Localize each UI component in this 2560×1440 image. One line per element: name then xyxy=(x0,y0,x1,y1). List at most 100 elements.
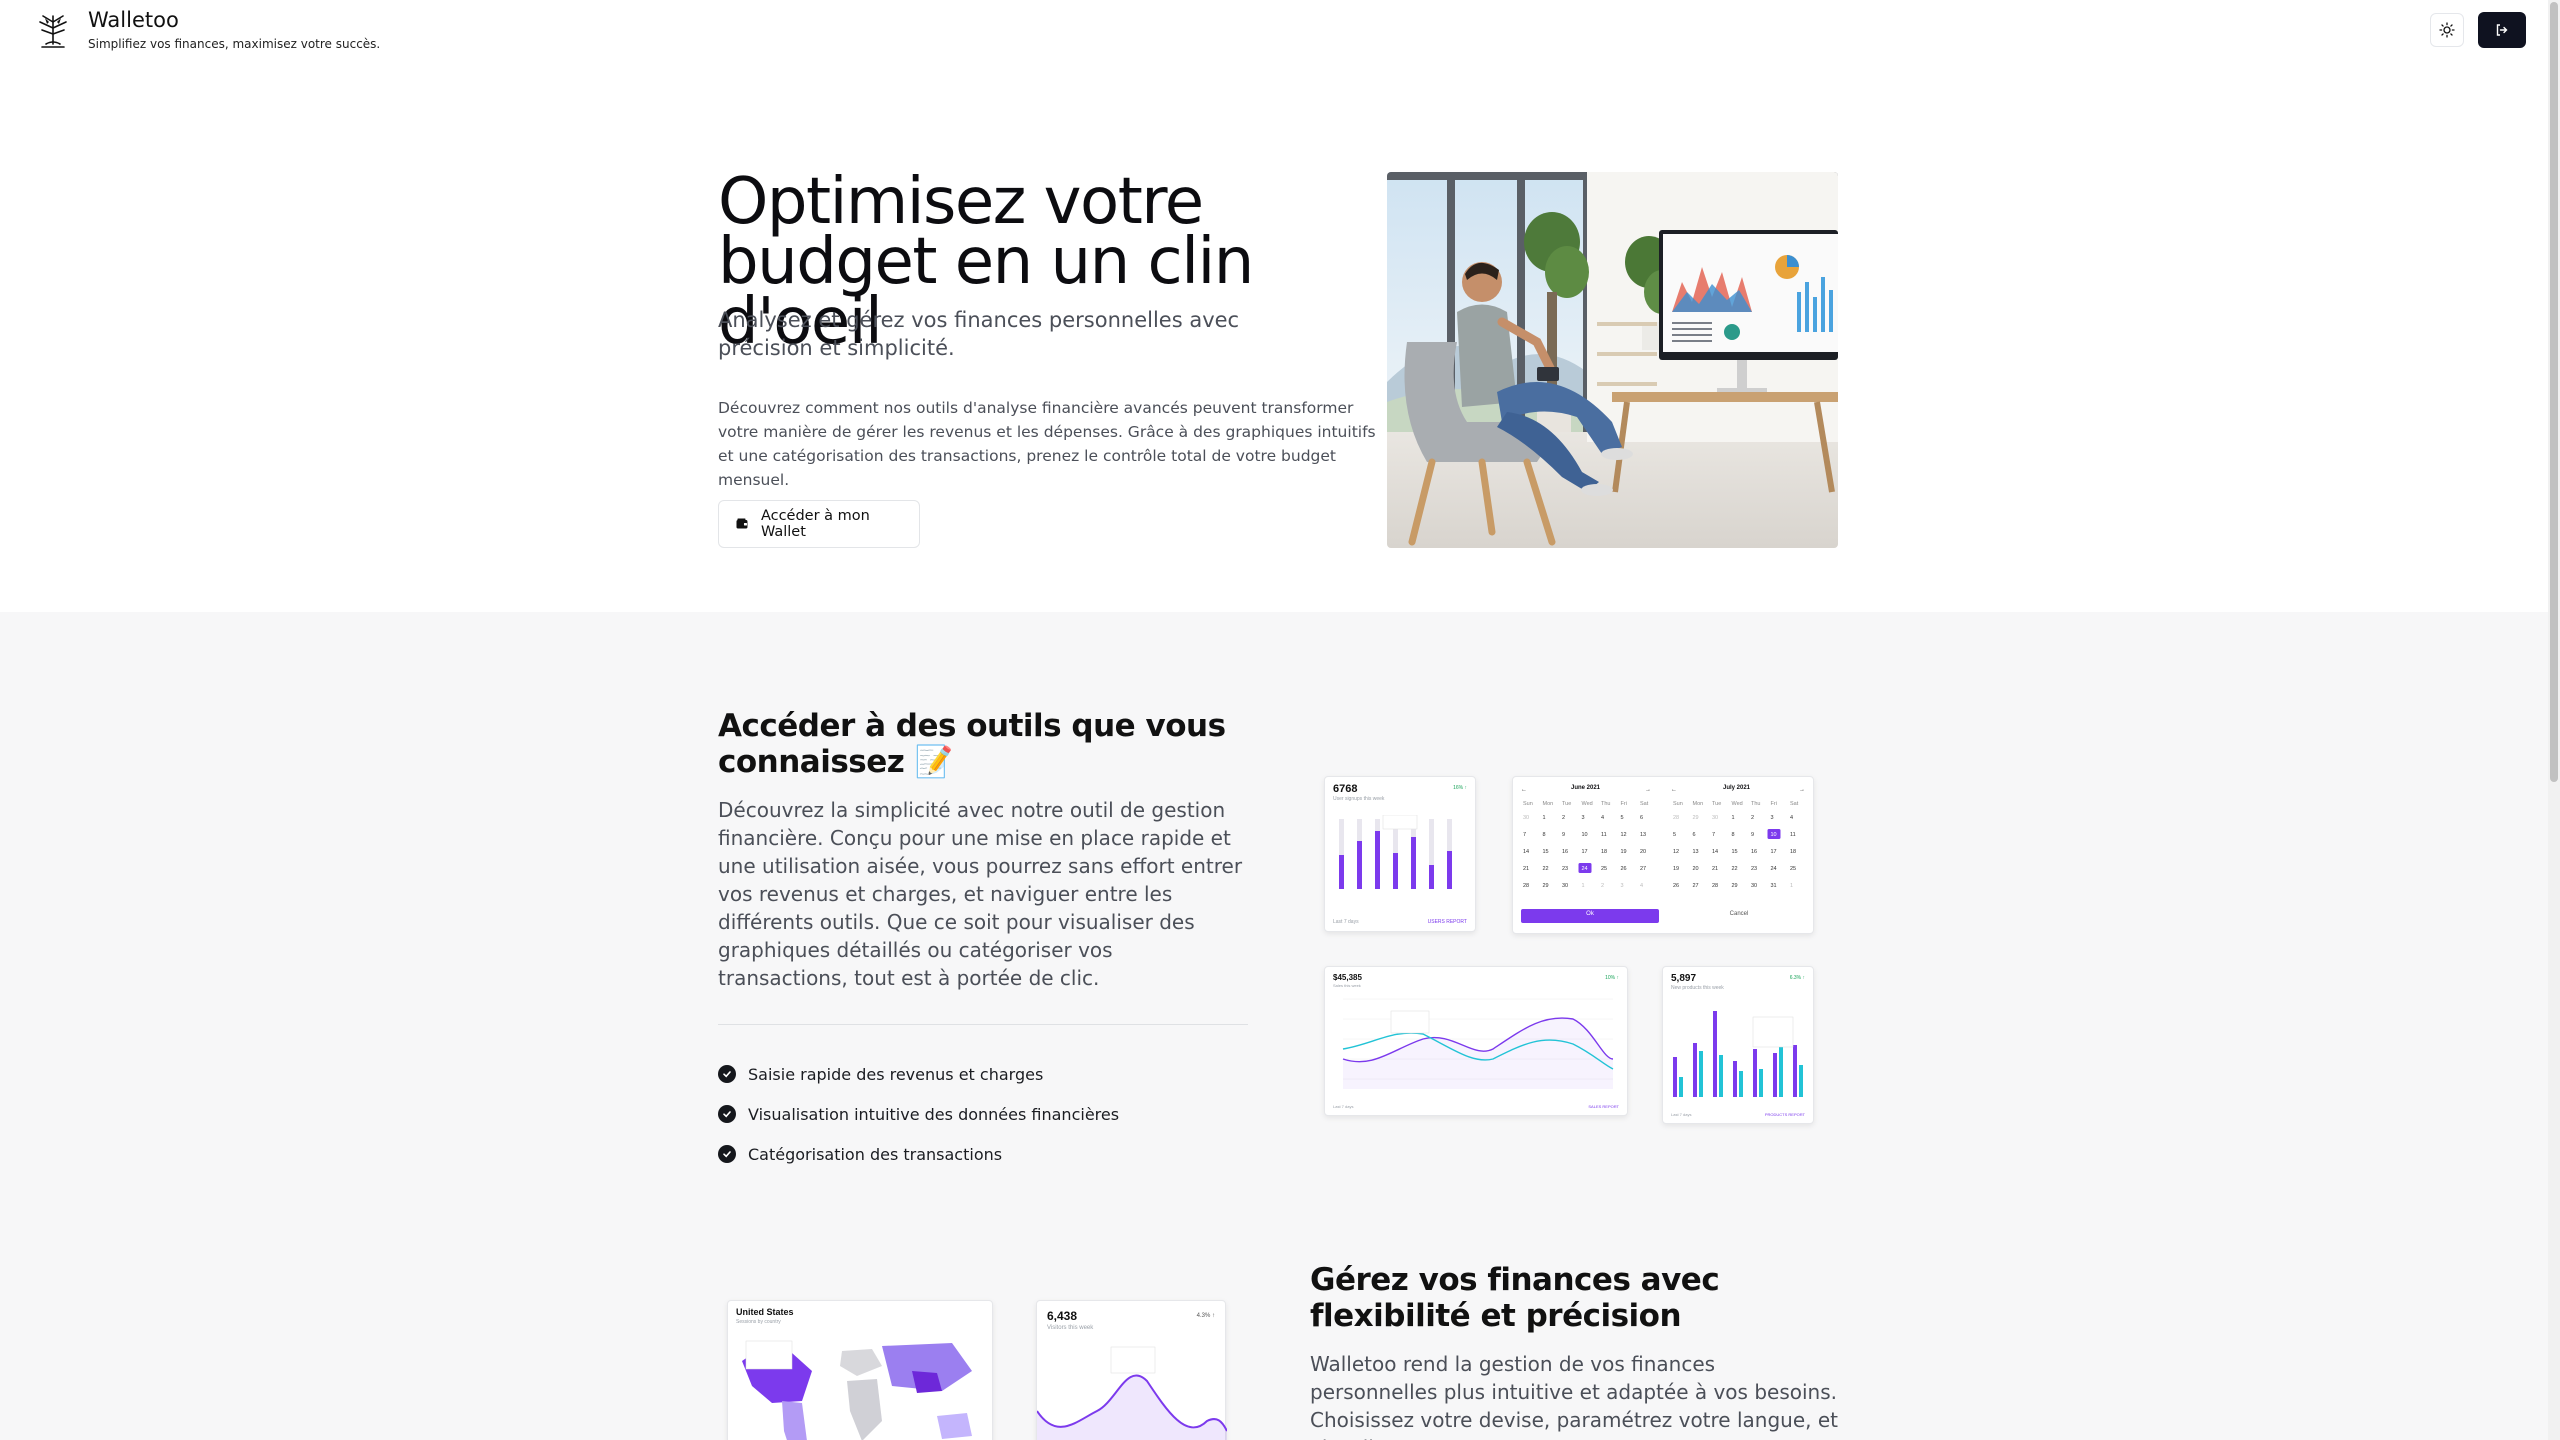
calendar-day: 28 xyxy=(1712,883,1718,889)
calendar-day: 10 xyxy=(1771,832,1777,838)
feature-label: Catégorisation des transactions xyxy=(748,1144,1003,1164)
theme-toggle-button[interactable] xyxy=(2430,13,2464,47)
calendar-weekday: Mon xyxy=(1693,801,1704,807)
products-report-link[interactable]: PRODUCTS REPORT xyxy=(1765,1112,1805,1117)
calendar-day: 16 xyxy=(1751,849,1757,855)
login-icon xyxy=(2496,24,2508,36)
calendar-weekday: Wed xyxy=(1582,801,1593,807)
calendar-weekday: Fri xyxy=(1771,801,1777,807)
calendar-day: 29 xyxy=(1732,883,1738,889)
login-button[interactable] xyxy=(2478,12,2526,48)
calendar-weekday: Sat xyxy=(1640,801,1649,807)
calendar-day: 30 xyxy=(1712,815,1718,821)
calendar-day: 23 xyxy=(1562,866,1568,872)
calendar-day: 2 xyxy=(1751,815,1754,821)
access-wallet-button[interactable]: Accéder à mon Wallet xyxy=(718,500,920,548)
calendar-day: 11 xyxy=(1601,832,1607,838)
feature-item: Saisie rapide des revenus et charges xyxy=(718,1054,1119,1094)
hero-lead: Analysez et gérez vos finances personnel… xyxy=(718,308,1240,360)
calendar-day: 2 xyxy=(1562,815,1565,821)
calendar-day: 8 xyxy=(1543,832,1546,838)
products-bar-chart xyxy=(1673,1011,1803,1097)
calendar-weekday: Sun xyxy=(1523,801,1533,807)
calendar-ok-button[interactable]: Ok xyxy=(1521,911,1659,917)
feature-item: Catégorisation des transactions xyxy=(718,1134,1119,1174)
sun-icon xyxy=(2439,22,2455,38)
calendar-day: 6 xyxy=(1640,815,1643,821)
calendar-day: 6 xyxy=(1693,832,1696,838)
calendar-day: 1 xyxy=(1543,815,1546,821)
users-delta: 16% ↑ xyxy=(1453,785,1467,791)
calendar-day: 1 xyxy=(1790,883,1793,889)
header-actions xyxy=(2430,12,2526,48)
brand[interactable]: Walletoo Simplifiez vos finances, maximi… xyxy=(34,8,381,51)
calendar-day: 22 xyxy=(1543,866,1549,872)
calendar-day: 30 xyxy=(1562,883,1568,889)
calendar-day: 18 xyxy=(1601,849,1607,855)
map-title: United States xyxy=(736,1307,794,1317)
calendar-day: 19 xyxy=(1673,866,1679,872)
calendar-day: 15 xyxy=(1732,849,1738,855)
calendar-day: 29 xyxy=(1693,815,1699,821)
check-circle-icon xyxy=(718,1145,736,1163)
svg-text:←: ← xyxy=(1671,787,1677,793)
users-report-link[interactable]: USERS REPORT xyxy=(1428,919,1467,925)
calendar-day: 24 xyxy=(1582,866,1588,872)
products-footer: Last 7 days xyxy=(1671,1112,1692,1117)
calendar-weekday: Tue xyxy=(1712,801,1721,807)
users-caption: User signups this week xyxy=(1333,796,1385,802)
world-map xyxy=(742,1340,972,1440)
sales-value: $45,385 xyxy=(1333,973,1362,982)
calendar-day: 26 xyxy=(1673,883,1679,889)
calendar-day: 14 xyxy=(1712,849,1718,855)
map-card: United States Sessions by country xyxy=(727,1300,993,1440)
calendar-day: 17 xyxy=(1771,849,1777,855)
calendar-day: 4 xyxy=(1601,815,1604,821)
sales-report-link[interactable]: SALES REPORT xyxy=(1588,1104,1619,1109)
calendar-day: 4 xyxy=(1640,883,1643,889)
calendar-day: 28 xyxy=(1673,815,1679,821)
calendar-day: 25 xyxy=(1601,866,1607,872)
visitors-value: 6,438 xyxy=(1047,1309,1078,1323)
walletoo-logo-icon xyxy=(39,15,67,48)
calendar-day: 10 xyxy=(1582,832,1588,838)
users-chart-card: 6768 User signups this week 16% ↑ Last 7… xyxy=(1324,776,1476,932)
visitors-card: 6,438 Visitors this week 4.3% ↑ xyxy=(1036,1300,1227,1440)
calendar-day: 12 xyxy=(1621,832,1627,838)
calendar-day: 30 xyxy=(1523,815,1529,821)
calendar-day: 26 xyxy=(1621,866,1627,872)
calendar-day: 22 xyxy=(1732,866,1738,872)
feature-list: Saisie rapide des revenus et charges Vis… xyxy=(718,1054,1119,1174)
svg-text:←: ← xyxy=(1521,787,1527,793)
calendar-day: 2 xyxy=(1601,883,1604,889)
svg-text:→: → xyxy=(1645,787,1651,793)
calendar-day: 28 xyxy=(1523,883,1529,889)
calendar-day: 9 xyxy=(1751,832,1754,838)
calendar-weekday: Thu xyxy=(1601,801,1610,807)
brand-tagline: Simplifiez vos finances, maximisez votre… xyxy=(88,36,381,51)
tools-section: Accéder à des outils que vous connaissez… xyxy=(0,612,2560,1440)
calendar-weekday: Fri xyxy=(1621,801,1627,807)
flexibility-title: Gérez vos finances avec flexibilité et p… xyxy=(1310,1262,1720,1334)
calendar-day: 27 xyxy=(1693,883,1699,889)
visitors-delta: 4.3% ↑ xyxy=(1196,1313,1215,1319)
sales-footer: Last 7 days xyxy=(1333,1104,1354,1109)
calendar-day: 5 xyxy=(1673,832,1676,838)
page-scrollbar[interactable] xyxy=(2548,0,2560,1440)
calendar-day: 12 xyxy=(1673,849,1679,855)
calendar-cancel-button[interactable]: Cancel xyxy=(1671,911,1807,917)
scrollbar-thumb[interactable] xyxy=(2550,2,2558,782)
map-caption: Sessions by country xyxy=(736,1319,781,1325)
calendar-weekday: Mon xyxy=(1543,801,1554,807)
calendar-day: 3 xyxy=(1621,883,1624,889)
products-chart-card: 5,897 New products this week 6.3% ↑ Last… xyxy=(1662,966,1814,1124)
calendar-day: 3 xyxy=(1582,815,1585,821)
hero-section: Optimisez votre budget en un clin d'oeil… xyxy=(0,60,2560,612)
calendar-day: 19 xyxy=(1621,849,1627,855)
calendar-day: 20 xyxy=(1640,849,1646,855)
calendar-day: 1 xyxy=(1732,815,1735,821)
visitors-area-chart xyxy=(1037,1346,1227,1440)
brand-title: Walletoo xyxy=(88,8,179,33)
calendar-weekday: Sat xyxy=(1790,801,1799,807)
calendar-weekday: Sun xyxy=(1673,801,1683,807)
